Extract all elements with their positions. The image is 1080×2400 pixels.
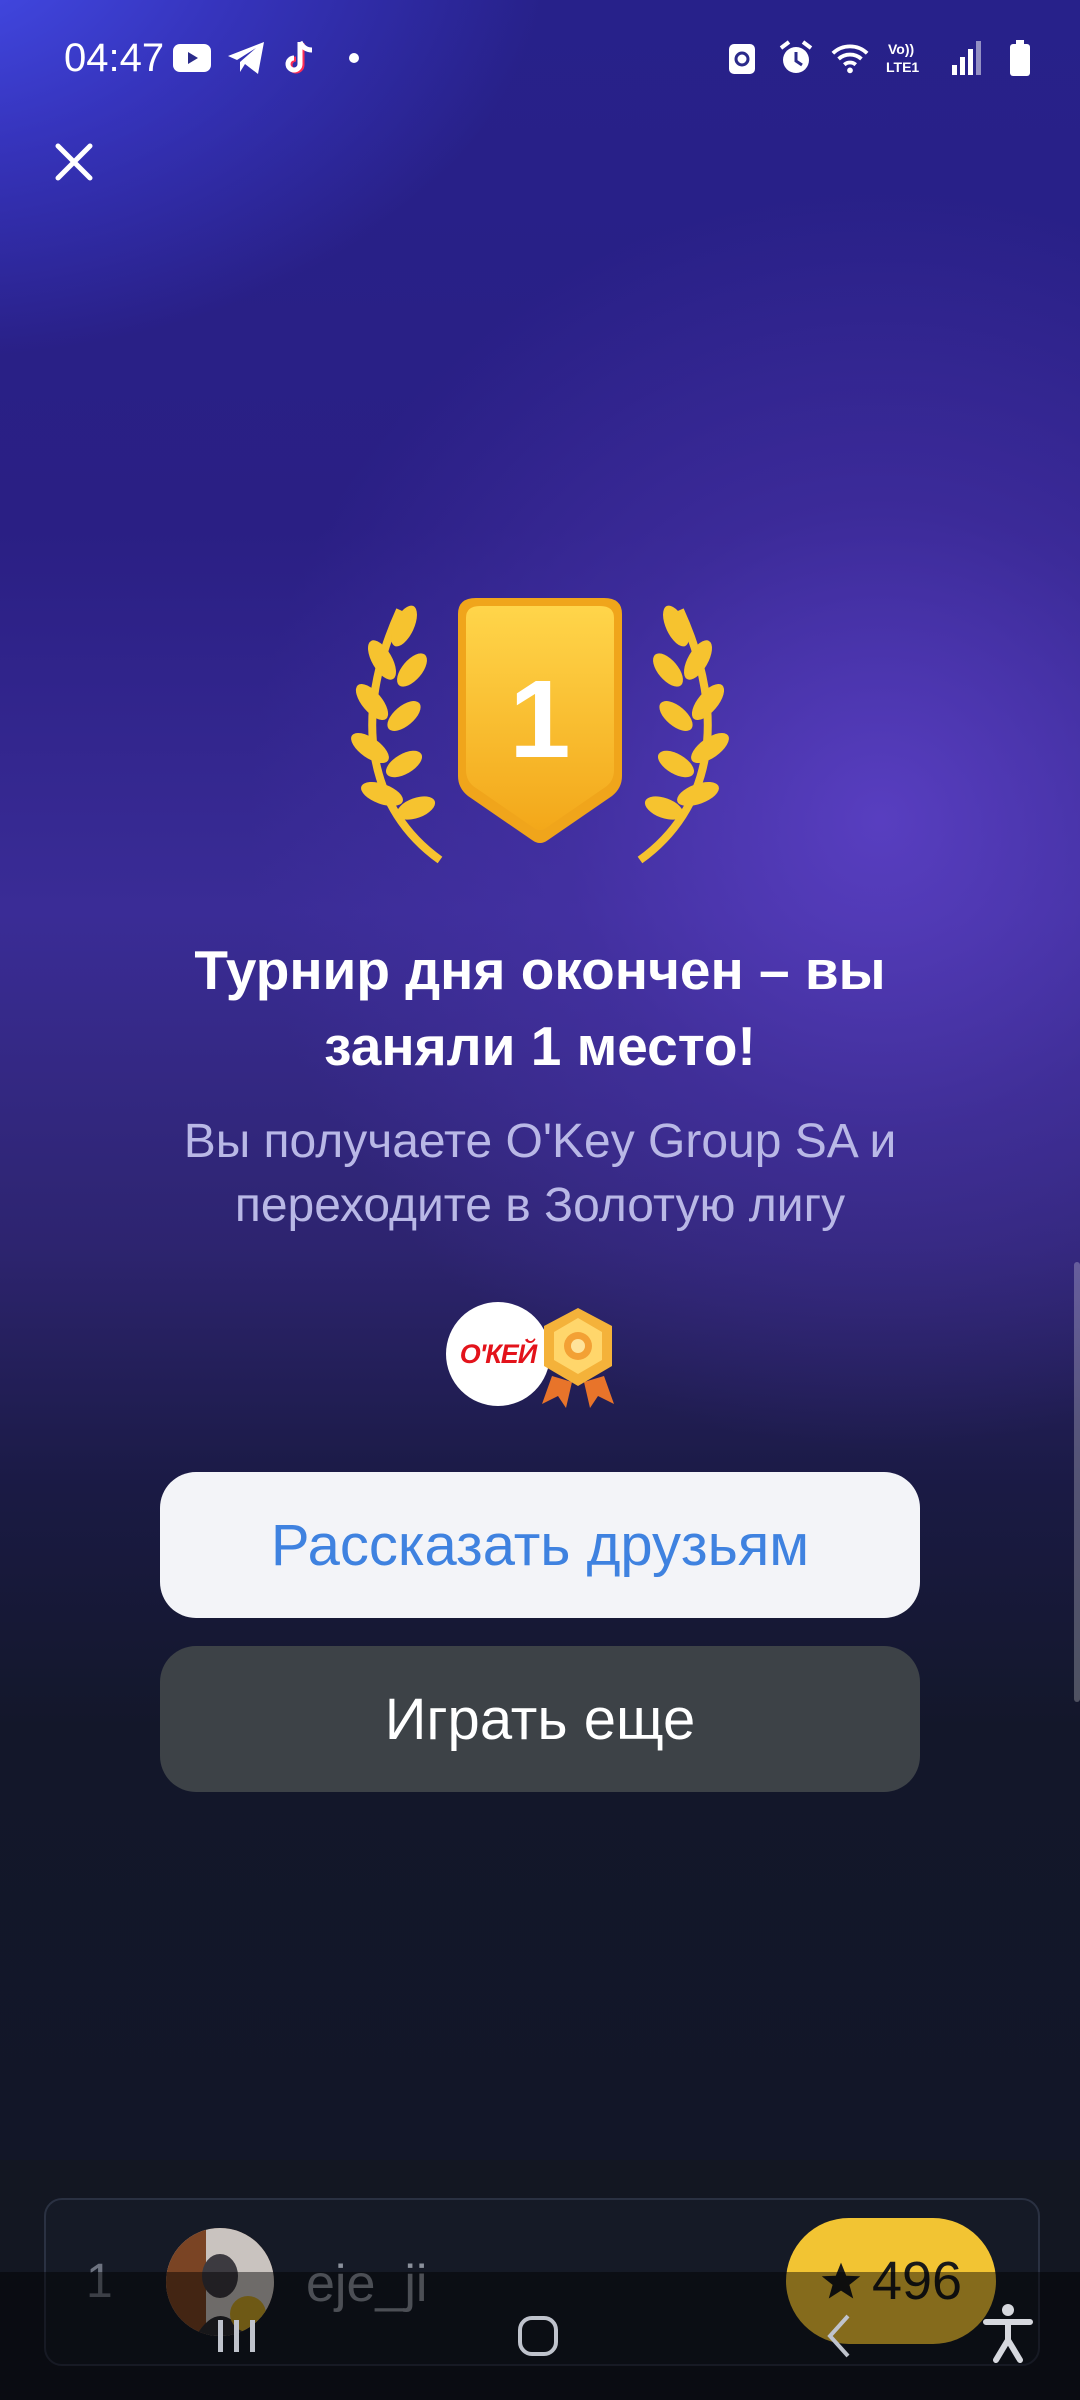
close-button[interactable] bbox=[50, 138, 98, 186]
status-bar: 04:47 Vo)) LTE1 bbox=[0, 0, 1080, 120]
result-subtitle: Вы получаете O'Key Group SA и переходите… bbox=[183, 1115, 897, 1232]
telegram-icon bbox=[226, 40, 266, 76]
svg-text:Vo)): Vo)) bbox=[888, 41, 914, 57]
play-again-button[interactable]: Играть еще bbox=[160, 1646, 920, 1792]
svg-text:LTE1: LTE1 bbox=[886, 59, 919, 75]
dot-icon bbox=[334, 40, 374, 76]
back-icon bbox=[827, 2314, 850, 2358]
volte-icon: Vo)) LTE1 bbox=[884, 40, 932, 76]
gold-league-icon bbox=[538, 1304, 618, 1408]
share-with-friends-button[interactable]: Рассказать друзьям bbox=[160, 1472, 920, 1618]
result-title: Турнир дня окончен – вы заняли 1 место! bbox=[194, 939, 886, 1077]
battery-icon bbox=[1000, 40, 1040, 76]
nfc-icon bbox=[722, 40, 762, 76]
recent-apps-icon bbox=[218, 2320, 255, 2352]
rewards: О'КЕЙ bbox=[446, 1302, 626, 1410]
tiktok-icon bbox=[280, 40, 320, 76]
back-button[interactable] bbox=[810, 2306, 870, 2366]
signal-icon bbox=[946, 40, 986, 76]
okey-logo: О'КЕЙ bbox=[446, 1302, 550, 1406]
close-icon bbox=[55, 143, 93, 181]
place-number: 1 bbox=[509, 658, 571, 781]
status-time: 04:47 bbox=[64, 36, 165, 80]
youtube-icon bbox=[172, 40, 212, 76]
home-button[interactable] bbox=[508, 2306, 568, 2366]
recent-apps-button[interactable] bbox=[206, 2306, 266, 2366]
wifi-icon bbox=[830, 40, 870, 76]
accessibility-button[interactable] bbox=[980, 2300, 1036, 2364]
accessibility-icon bbox=[983, 2304, 1033, 2363]
alarm-icon bbox=[776, 40, 816, 76]
first-place-badge: 1 bbox=[330, 590, 750, 870]
edge-panel-handle[interactable] bbox=[1074, 1262, 1080, 1702]
home-icon bbox=[518, 2316, 558, 2356]
